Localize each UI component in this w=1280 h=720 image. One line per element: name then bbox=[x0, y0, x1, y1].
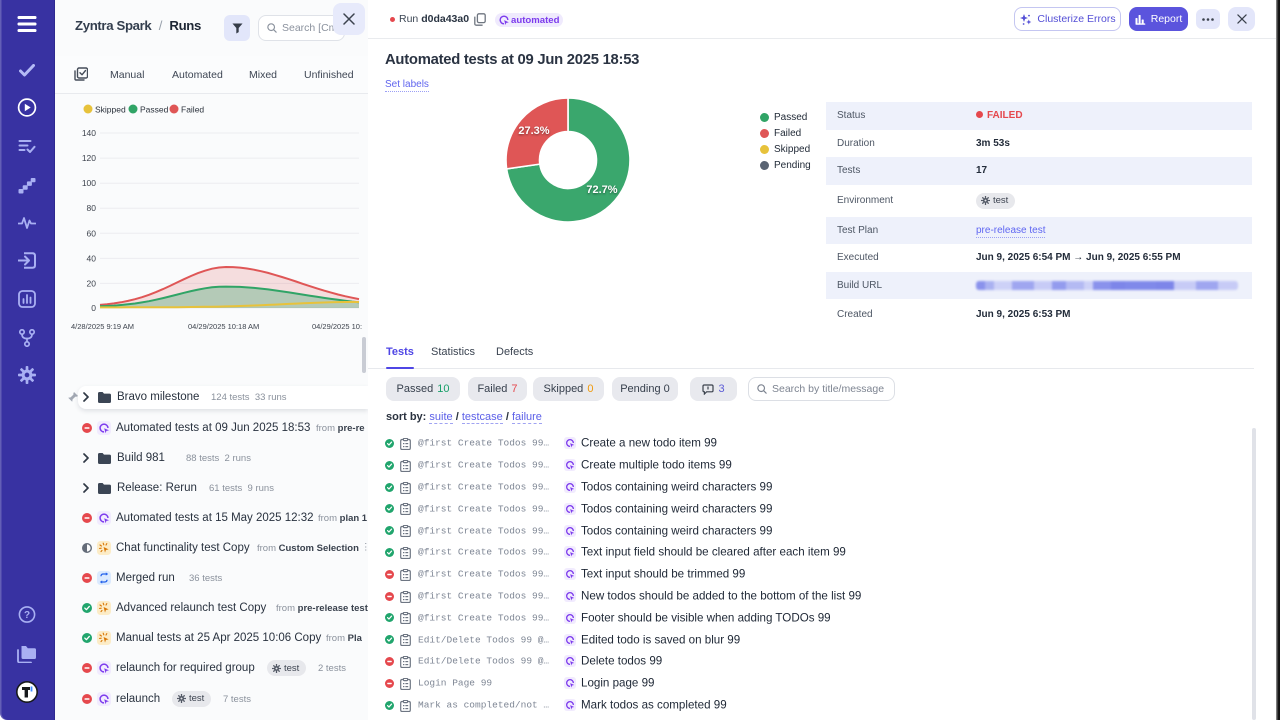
svg-text:20: 20 bbox=[87, 278, 97, 288]
svg-text:27.3%: 27.3% bbox=[518, 125, 549, 137]
svg-text:100: 100 bbox=[82, 178, 96, 188]
svg-text:120: 120 bbox=[82, 153, 96, 163]
svg-text:140: 140 bbox=[82, 128, 96, 138]
svg-text:Skipped: Skipped bbox=[95, 105, 126, 115]
svg-text:04/29/2025 10:: 04/29/2025 10: bbox=[312, 322, 362, 331]
svg-text:4/28/2025 9:19 AM: 4/28/2025 9:19 AM bbox=[71, 322, 134, 331]
svg-text:60: 60 bbox=[87, 228, 97, 238]
svg-text:Passed: Passed bbox=[140, 105, 169, 115]
svg-text:72.7%: 72.7% bbox=[586, 184, 617, 196]
svg-text:04/29/2025 10:18 AM: 04/29/2025 10:18 AM bbox=[188, 322, 259, 331]
svg-text:?: ? bbox=[24, 610, 30, 621]
svg-text:40: 40 bbox=[87, 253, 97, 263]
svg-text:80: 80 bbox=[87, 203, 97, 213]
svg-text:Failed: Failed bbox=[181, 105, 204, 115]
svg-text:0: 0 bbox=[91, 303, 96, 313]
